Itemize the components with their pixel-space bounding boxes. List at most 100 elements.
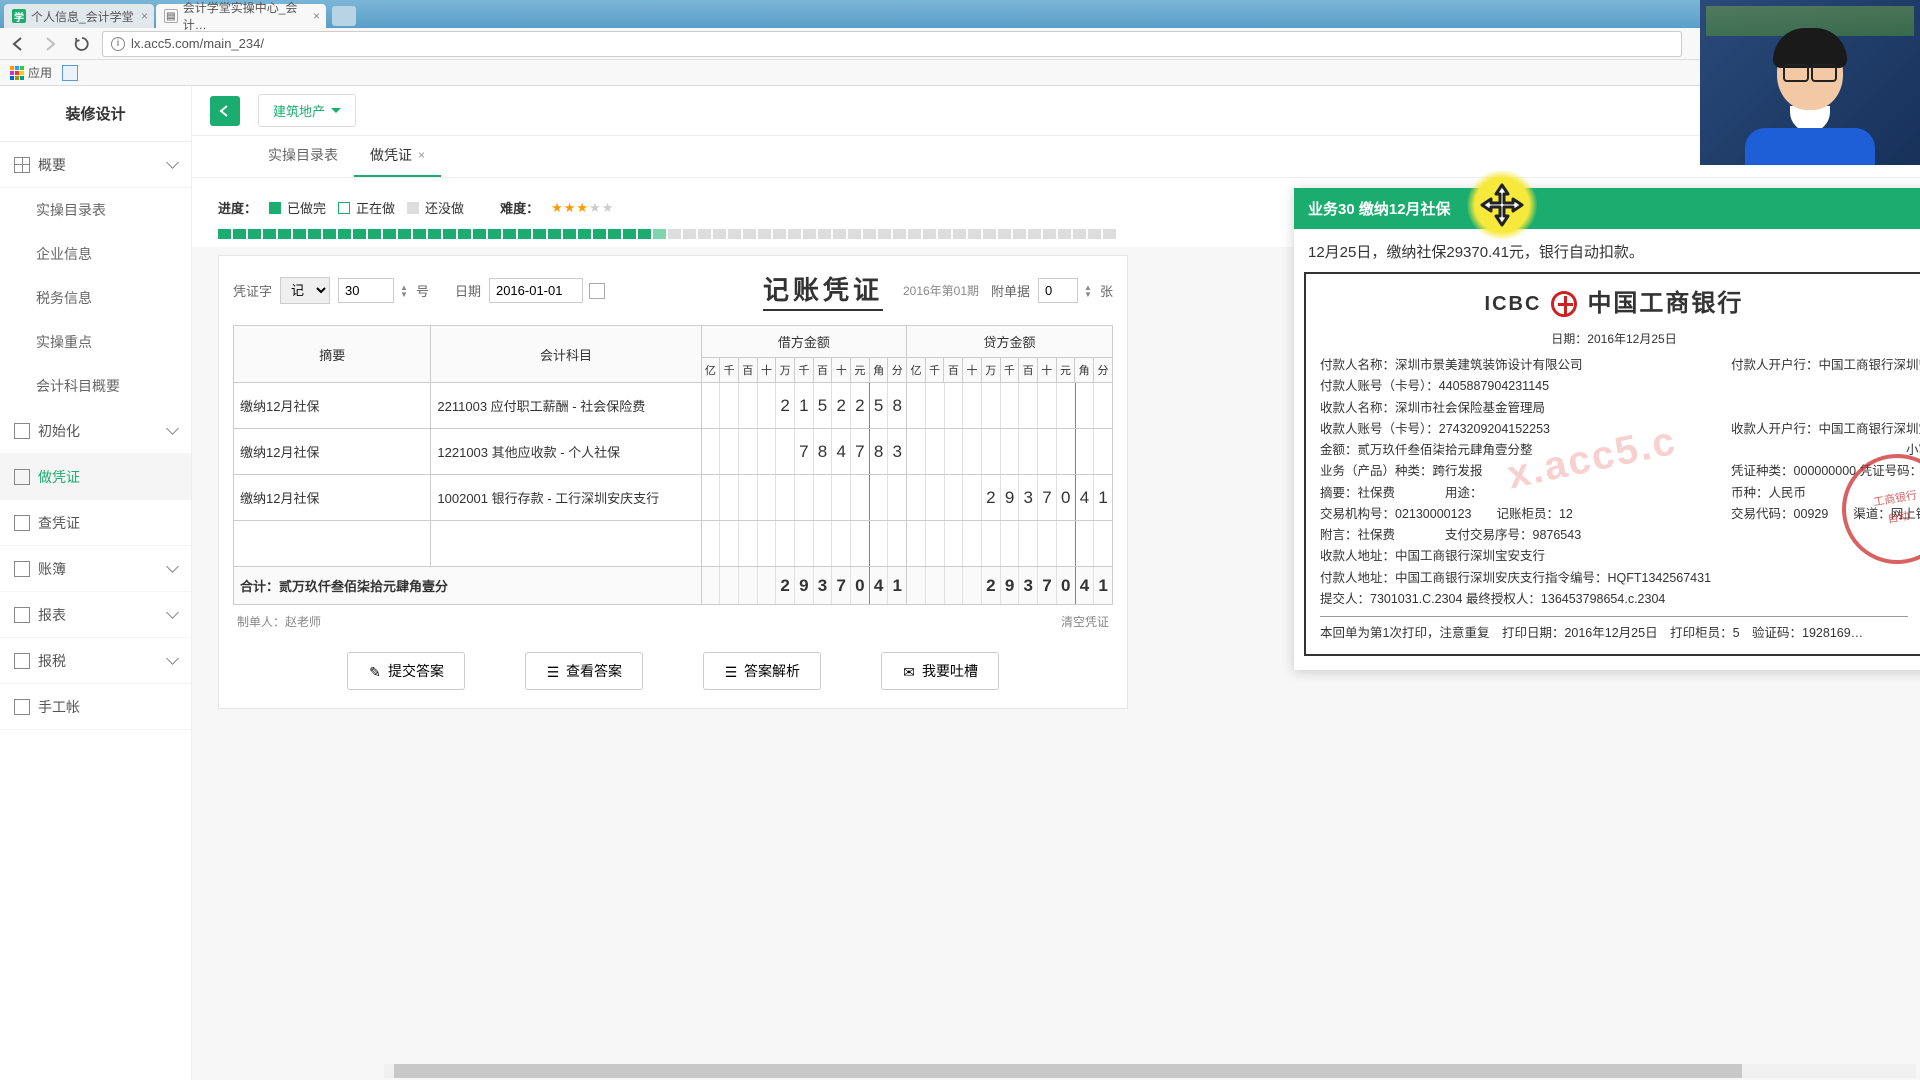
submit-answer-button[interactable]: ✎提交答案 xyxy=(347,652,465,690)
voucher-actions: ✎提交答案 ☰查看答案 ☰答案解析 ✉我要吐槽 xyxy=(219,652,1127,690)
receipt-line: 付款人开户行：中国工商银行深圳安… xyxy=(1731,355,1920,376)
date-label: 日期 xyxy=(455,281,481,300)
project-selector[interactable]: 建筑地产 xyxy=(258,94,356,127)
receipt-line: 付款人名称：深圳市景美建筑装饰设计有限公司 xyxy=(1320,355,1711,376)
total-cell: 合计：贰万玖仟叁佰柒拾元肆角壹分 xyxy=(234,567,702,605)
summary-cell[interactable]: 缴纳12月社保 xyxy=(234,429,431,475)
receipt-line: 附言：社保费 支付交易序号：9876543 xyxy=(1320,525,1711,546)
voucher-word-label: 凭证字 xyxy=(233,281,272,300)
subject-cell[interactable]: 1221003 其他应收款 - 个人社保 xyxy=(431,429,701,475)
debit-cell[interactable] xyxy=(701,475,907,521)
summary-cell[interactable]: 缴纳12月社保 xyxy=(234,383,431,429)
sidebar-sub-subjects[interactable]: 会计科目概要 xyxy=(0,364,191,408)
debit-cell[interactable]: 2152258 xyxy=(701,383,907,429)
voucher-word-select[interactable]: 记 xyxy=(280,277,330,304)
credit-cell[interactable] xyxy=(907,521,1113,567)
topbar: 建筑地产 赵老师 (SVIP会员) xyxy=(192,86,1920,136)
col-debit: 借方金额 xyxy=(701,326,907,358)
legend-todo: 还没做 xyxy=(407,198,464,217)
difficulty-stars: ★★★★★ xyxy=(551,200,614,216)
receipt-line: 付款人地址：中国工商银行深圳安庆支行指令编号：HQFT1342567431 xyxy=(1320,568,1711,589)
favicon: 学 xyxy=(12,9,26,23)
view-answer-button[interactable]: ☰查看答案 xyxy=(525,652,643,690)
bookmark-item[interactable] xyxy=(62,65,78,81)
panel-title[interactable]: 业务30 缴纳12月社保 xyxy=(1294,188,1920,229)
receipt-line xyxy=(1731,589,1920,610)
sidebar: 装修设计 概要 实操目录表 企业信息 税务信息 实操重点 会计科目概要 初始化 … xyxy=(0,86,192,1080)
credit-cell[interactable] xyxy=(907,429,1113,475)
reload-button[interactable] xyxy=(70,32,94,56)
debit-cell[interactable] xyxy=(701,521,907,567)
horizontal-scrollbar[interactable] xyxy=(384,1064,1916,1078)
attach-unit: 张 xyxy=(1100,281,1113,300)
col-summary: 摘要 xyxy=(234,326,431,383)
close-icon[interactable]: × xyxy=(418,148,425,162)
voucher-table: 摘要 会计科目 借方金额 贷方金额 亿千百十万千百十元角分亿千百十万千百十元角分… xyxy=(233,325,1113,605)
close-icon[interactable]: × xyxy=(313,9,320,23)
sidebar-item-query-voucher[interactable]: 查凭证 xyxy=(0,500,191,546)
sidebar-sub-company[interactable]: 企业信息 xyxy=(0,232,191,276)
feedback-button[interactable]: ✉我要吐槽 xyxy=(881,652,999,690)
receipt-line: 业务（产品）种类：跨行发报 xyxy=(1320,461,1711,482)
sidebar-item-ledger[interactable]: 账簿 xyxy=(0,546,191,592)
summary-cell[interactable]: 缴纳12月社保 xyxy=(234,475,431,521)
site-info-icon[interactable]: i xyxy=(111,37,125,51)
apps-label: 应用 xyxy=(28,64,52,81)
forward-button[interactable] xyxy=(38,32,62,56)
legend-done: 已做完 xyxy=(269,198,326,217)
business-panel[interactable]: 业务30 缴纳12月社保 12月25日，缴纳社保29370.41元，银行自动扣款… xyxy=(1294,188,1920,670)
url-input[interactable]: i lx.acc5.com/main_234/ xyxy=(102,31,1682,57)
total-debit: 2937041 xyxy=(701,567,907,605)
apps-shortcut[interactable]: 应用 xyxy=(10,64,52,81)
url-text: lx.acc5.com/main_234/ xyxy=(131,36,264,51)
subject-cell[interactable]: 2211003 应付职工薪酬 - 社会保险费 xyxy=(431,383,701,429)
voucher-number-input[interactable] xyxy=(338,278,394,303)
browser-tab[interactable]: ▤ 会计学堂实操中心_会计… × xyxy=(156,4,326,28)
analyze-answer-button[interactable]: ☰答案解析 xyxy=(703,652,821,690)
favicon: ▤ xyxy=(164,9,178,23)
clear-voucher-link[interactable]: 清空凭证 xyxy=(1061,613,1109,630)
tab-title: 会计学堂实操中心_会计… xyxy=(183,0,318,33)
sidebar-item-label: 初始化 xyxy=(38,421,80,441)
new-tab-button[interactable] xyxy=(332,6,356,26)
number-unit: 号 xyxy=(416,281,429,300)
book-icon xyxy=(14,561,30,577)
subject-cell[interactable] xyxy=(431,521,701,567)
sidebar-item-make-voucher[interactable]: 做凭证 xyxy=(0,454,191,500)
sidebar-sub-keypoints[interactable]: 实操重点 xyxy=(0,320,191,364)
bank-name: 中国工商银行 xyxy=(1587,284,1743,325)
voucher-date-input[interactable] xyxy=(489,278,583,303)
edit-icon xyxy=(14,469,30,485)
report-icon xyxy=(14,607,30,623)
attach-stepper[interactable]: ▲▼ xyxy=(1084,284,1092,298)
debit-cell[interactable]: 784783 xyxy=(701,429,907,475)
sidebar-item-manual[interactable]: 手工帐 xyxy=(0,684,191,730)
subject-cell[interactable]: 1002001 银行存款 - 工行深圳安庆支行 xyxy=(431,475,701,521)
tab-catalog[interactable]: 实操目录表 xyxy=(252,135,354,177)
attach-input[interactable] xyxy=(1038,278,1078,303)
tab-make-voucher[interactable]: 做凭证 × xyxy=(354,135,441,177)
sidebar-title: 装修设计 xyxy=(0,86,191,142)
sidebar-item-init[interactable]: 初始化 xyxy=(0,408,191,454)
credit-cell[interactable]: 2937041 xyxy=(907,475,1113,521)
sidebar-sub-catalog[interactable]: 实操目录表 xyxy=(0,188,191,232)
receipt-line xyxy=(1731,398,1920,419)
browser-tab[interactable]: 学 个人信息_会计学堂 × xyxy=(4,4,154,28)
credit-cell[interactable] xyxy=(907,383,1113,429)
sidebar-sub-tax[interactable]: 税务信息 xyxy=(0,276,191,320)
sidebar-item-filetax[interactable]: 报税 xyxy=(0,638,191,684)
sidebar-item-report[interactable]: 报表 xyxy=(0,592,191,638)
summary-cell[interactable] xyxy=(234,521,431,567)
number-stepper[interactable]: ▲▼ xyxy=(400,284,408,298)
sidebar-item-overview[interactable]: 概要 xyxy=(0,142,191,188)
close-icon[interactable]: × xyxy=(141,9,148,23)
receipt-date: 日期：2016年12月25日 xyxy=(1320,329,1908,349)
bank-receipt: ICBC 中国工商银行 日期：2016年12月25日 付款人名称：深圳市景美建筑… xyxy=(1304,272,1920,656)
calendar-icon[interactable] xyxy=(589,283,605,299)
search-icon xyxy=(14,515,30,531)
col-subject: 会计科目 xyxy=(431,326,701,383)
collapse-sidebar-button[interactable] xyxy=(210,96,240,126)
grid-icon xyxy=(14,157,30,173)
back-button[interactable] xyxy=(6,32,30,56)
tax-icon xyxy=(14,653,30,669)
